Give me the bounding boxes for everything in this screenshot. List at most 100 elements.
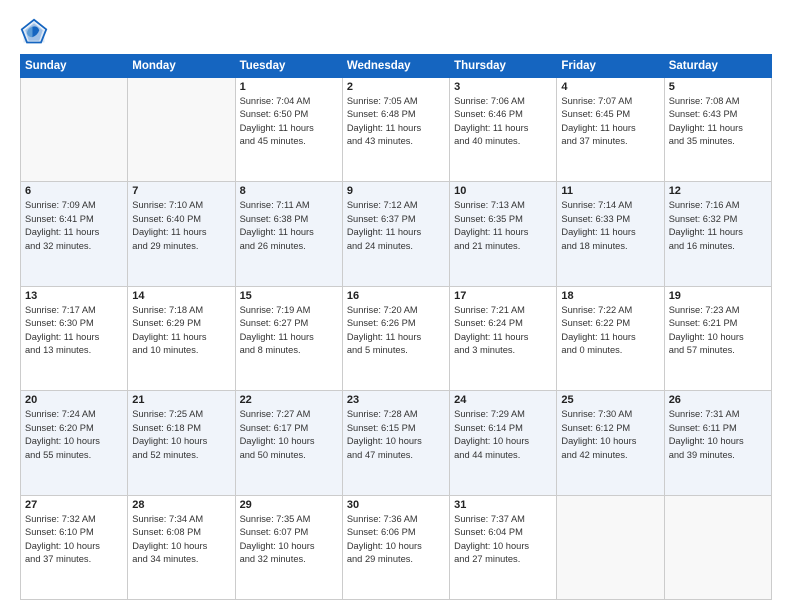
day-info: Sunrise: 7:25 AM Sunset: 6:18 PM Dayligh… (132, 408, 230, 462)
day-number: 13 (25, 290, 123, 302)
calendar-cell: 25 Sunrise: 7:30 AM Sunset: 6:12 PM Dayli… (557, 391, 664, 495)
day-info: Sunrise: 7:14 AM Sunset: 6:33 PM Dayligh… (561, 199, 659, 253)
day-number: 1 (240, 81, 338, 93)
weekday-header: Thursday (450, 55, 557, 78)
day-number: 8 (240, 185, 338, 197)
calendar-week-row: 13 Sunrise: 7:17 AM Sunset: 6:30 PM Dayli… (21, 286, 772, 390)
calendar-cell: 10Sunrise: 7:13 AM Sunset: 6:35 PM Dayli… (450, 182, 557, 286)
day-number: 17 (454, 290, 552, 302)
day-info: Sunrise: 7:09 AM Sunset: 6:41 PM Dayligh… (25, 199, 123, 253)
calendar-cell: 19Sunrise: 7:23 AM Sunset: 6:21 PM Dayli… (664, 286, 771, 390)
page: SundayMondayTuesdayWednesdayThursdayFrid… (0, 0, 792, 612)
calendar-cell: 14Sunrise: 7:18 AM Sunset: 6:29 PM Dayli… (128, 286, 235, 390)
day-number: 26 (669, 394, 767, 406)
day-number: 3 (454, 81, 552, 93)
day-info: Sunrise: 7:35 AM Sunset: 6:07 PM Dayligh… (240, 513, 338, 567)
calendar-cell: 22 Sunrise: 7:27 AM Sunset: 6:17 PM Dayli… (235, 391, 342, 495)
day-number: 11 (561, 185, 659, 197)
header (20, 18, 772, 46)
weekday-header: Monday (128, 55, 235, 78)
weekday-header: Saturday (664, 55, 771, 78)
calendar-cell: 17 Sunrise: 7:21 AM Sunset: 6:24 PM Dayli… (450, 286, 557, 390)
calendar-cell: 12Sunrise: 7:16 AM Sunset: 6:32 PM Dayli… (664, 182, 771, 286)
calendar-week-row: 20Sunrise: 7:24 AM Sunset: 6:20 PM Dayli… (21, 391, 772, 495)
day-number: 14 (132, 290, 230, 302)
calendar-cell: 2Sunrise: 7:05 AM Sunset: 6:48 PM Daylig… (342, 78, 449, 182)
calendar-week-row: 6 Sunrise: 7:09 AM Sunset: 6:41 PM Daylig… (21, 182, 772, 286)
weekday-header: Friday (557, 55, 664, 78)
day-info: Sunrise: 7:19 AM Sunset: 6:27 PM Dayligh… (240, 304, 338, 358)
calendar-cell: 1 Sunrise: 7:04 AM Sunset: 6:50 PM Daylig… (235, 78, 342, 182)
day-info: Sunrise: 7:06 AM Sunset: 6:46 PM Dayligh… (454, 95, 552, 149)
day-number: 23 (347, 394, 445, 406)
day-number: 4 (561, 81, 659, 93)
calendar-cell: 31Sunrise: 7:37 AM Sunset: 6:04 PM Dayli… (450, 495, 557, 599)
day-info: Sunrise: 7:23 AM Sunset: 6:21 PM Dayligh… (669, 304, 767, 358)
weekday-header: Tuesday (235, 55, 342, 78)
day-info: Sunrise: 7:05 AM Sunset: 6:48 PM Dayligh… (347, 95, 445, 149)
day-number: 7 (132, 185, 230, 197)
day-info: Sunrise: 7:12 AM Sunset: 6:37 PM Dayligh… (347, 199, 445, 253)
day-number: 5 (669, 81, 767, 93)
day-info: Sunrise: 7:13 AM Sunset: 6:35 PM Dayligh… (454, 199, 552, 253)
calendar-cell: 21 Sunrise: 7:25 AM Sunset: 6:18 PM Dayli… (128, 391, 235, 495)
calendar-cell: 8 Sunrise: 7:11 AM Sunset: 6:38 PM Daylig… (235, 182, 342, 286)
calendar-cell: 24 Sunrise: 7:29 AM Sunset: 6:14 PM Dayli… (450, 391, 557, 495)
weekday-header: Sunday (21, 55, 128, 78)
calendar-week-row: 27 Sunrise: 7:32 AM Sunset: 6:10 PM Dayli… (21, 495, 772, 599)
day-number: 22 (240, 394, 338, 406)
day-info: Sunrise: 7:16 AM Sunset: 6:32 PM Dayligh… (669, 199, 767, 253)
day-number: 29 (240, 499, 338, 511)
calendar-cell (664, 495, 771, 599)
day-info: Sunrise: 7:30 AM Sunset: 6:12 PM Dayligh… (561, 408, 659, 462)
day-info: Sunrise: 7:22 AM Sunset: 6:22 PM Dayligh… (561, 304, 659, 358)
calendar-cell: 4 Sunrise: 7:07 AM Sunset: 6:45 PM Daylig… (557, 78, 664, 182)
day-number: 6 (25, 185, 123, 197)
calendar-cell: 30 Sunrise: 7:36 AM Sunset: 6:06 PM Dayli… (342, 495, 449, 599)
weekday-header: Wednesday (342, 55, 449, 78)
day-number: 27 (25, 499, 123, 511)
day-info: Sunrise: 7:36 AM Sunset: 6:06 PM Dayligh… (347, 513, 445, 567)
calendar-cell: 16Sunrise: 7:20 AM Sunset: 6:26 PM Dayli… (342, 286, 449, 390)
day-info: Sunrise: 7:10 AM Sunset: 6:40 PM Dayligh… (132, 199, 230, 253)
calendar-cell: 6 Sunrise: 7:09 AM Sunset: 6:41 PM Daylig… (21, 182, 128, 286)
calendar-cell: 13 Sunrise: 7:17 AM Sunset: 6:30 PM Dayli… (21, 286, 128, 390)
calendar-cell (21, 78, 128, 182)
calendar-cell: 27 Sunrise: 7:32 AM Sunset: 6:10 PM Dayli… (21, 495, 128, 599)
logo (20, 18, 52, 46)
day-number: 18 (561, 290, 659, 302)
calendar-cell: 23Sunrise: 7:28 AM Sunset: 6:15 PM Dayli… (342, 391, 449, 495)
day-info: Sunrise: 7:27 AM Sunset: 6:17 PM Dayligh… (240, 408, 338, 462)
day-info: Sunrise: 7:20 AM Sunset: 6:26 PM Dayligh… (347, 304, 445, 358)
calendar-cell: 5 Sunrise: 7:08 AM Sunset: 6:43 PM Daylig… (664, 78, 771, 182)
calendar-cell: 15Sunrise: 7:19 AM Sunset: 6:27 PM Dayli… (235, 286, 342, 390)
day-info: Sunrise: 7:31 AM Sunset: 6:11 PM Dayligh… (669, 408, 767, 462)
calendar-week-row: 1 Sunrise: 7:04 AM Sunset: 6:50 PM Daylig… (21, 78, 772, 182)
calendar-cell: 20Sunrise: 7:24 AM Sunset: 6:20 PM Dayli… (21, 391, 128, 495)
calendar-cell: 18 Sunrise: 7:22 AM Sunset: 6:22 PM Dayli… (557, 286, 664, 390)
calendar-cell: 29 Sunrise: 7:35 AM Sunset: 6:07 PM Dayli… (235, 495, 342, 599)
calendar-cell: 26 Sunrise: 7:31 AM Sunset: 6:11 PM Dayli… (664, 391, 771, 495)
calendar-cell: 3 Sunrise: 7:06 AM Sunset: 6:46 PM Daylig… (450, 78, 557, 182)
calendar-cell (557, 495, 664, 599)
day-info: Sunrise: 7:17 AM Sunset: 6:30 PM Dayligh… (25, 304, 123, 358)
day-number: 30 (347, 499, 445, 511)
day-number: 28 (132, 499, 230, 511)
day-info: Sunrise: 7:24 AM Sunset: 6:20 PM Dayligh… (25, 408, 123, 462)
logo-icon (20, 18, 48, 46)
calendar-header-row: SundayMondayTuesdayWednesdayThursdayFrid… (21, 55, 772, 78)
day-info: Sunrise: 7:34 AM Sunset: 6:08 PM Dayligh… (132, 513, 230, 567)
day-info: Sunrise: 7:08 AM Sunset: 6:43 PM Dayligh… (669, 95, 767, 149)
day-info: Sunrise: 7:07 AM Sunset: 6:45 PM Dayligh… (561, 95, 659, 149)
day-number: 24 (454, 394, 552, 406)
day-info: Sunrise: 7:32 AM Sunset: 6:10 PM Dayligh… (25, 513, 123, 567)
day-number: 31 (454, 499, 552, 511)
calendar-cell: 28 Sunrise: 7:34 AM Sunset: 6:08 PM Dayli… (128, 495, 235, 599)
day-number: 25 (561, 394, 659, 406)
day-number: 21 (132, 394, 230, 406)
day-info: Sunrise: 7:04 AM Sunset: 6:50 PM Dayligh… (240, 95, 338, 149)
day-info: Sunrise: 7:29 AM Sunset: 6:14 PM Dayligh… (454, 408, 552, 462)
calendar-cell: 11 Sunrise: 7:14 AM Sunset: 6:33 PM Dayli… (557, 182, 664, 286)
day-info: Sunrise: 7:11 AM Sunset: 6:38 PM Dayligh… (240, 199, 338, 253)
day-info: Sunrise: 7:21 AM Sunset: 6:24 PM Dayligh… (454, 304, 552, 358)
